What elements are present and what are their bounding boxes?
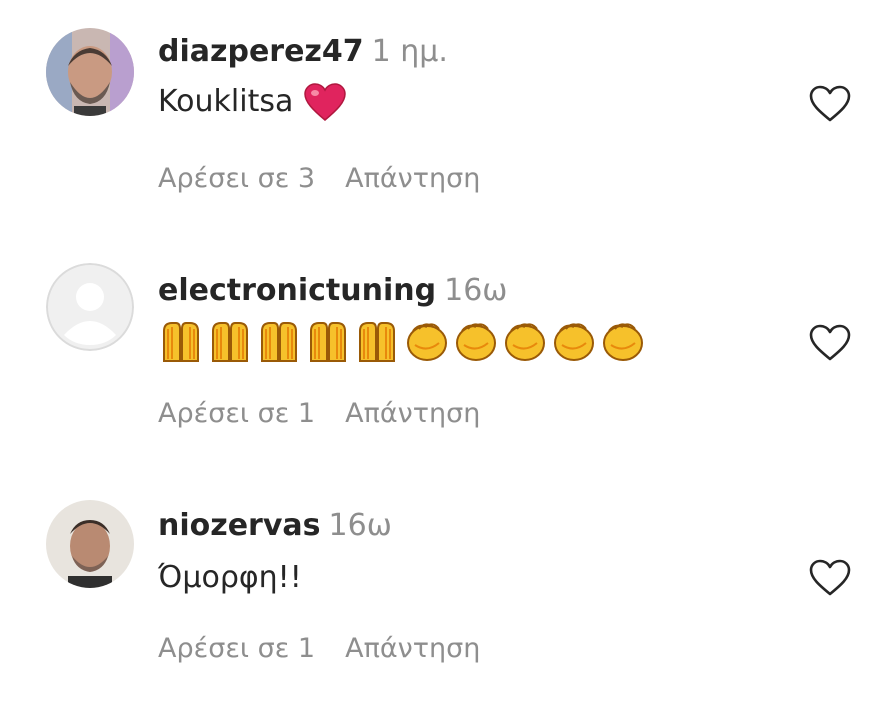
heart-outline-icon[interactable]: [808, 558, 852, 598]
avatar[interactable]: [46, 28, 134, 116]
comment-header: electronictuning 16ω: [158, 273, 507, 309]
raising-hands-emoji: [256, 319, 302, 363]
clapping-hands-emoji: [403, 319, 449, 363]
raising-hands-emoji: [158, 319, 204, 363]
comment-item: niozervas 16ω Όμορφη!! Αρέσει σε 1 Απάντησ…: [0, 470, 880, 700]
heart-outline-icon[interactable]: [808, 323, 852, 363]
clapping-hands-emoji: [452, 319, 498, 363]
reply-button[interactable]: Απάντηση: [345, 398, 480, 429]
username-link[interactable]: diazperez47: [158, 34, 364, 69]
comment-meta: Αρέσει σε 1 Απάντηση: [158, 397, 480, 431]
red-heart-emoji: [303, 82, 347, 122]
comment-header: diazperez47 1 ημ.: [158, 34, 448, 70]
comment-header: niozervas 16ω: [158, 508, 392, 544]
avatar[interactable]: [46, 263, 134, 351]
clapping-hands-emoji: [550, 319, 596, 363]
avatar[interactable]: [46, 500, 134, 588]
reply-button[interactable]: Απάντηση: [345, 633, 480, 664]
heart-outline-icon[interactable]: [808, 84, 852, 124]
comment-text: Kouklitsa: [158, 82, 347, 122]
clapping-hands-emoji: [599, 319, 645, 363]
username-link[interactable]: niozervas: [158, 508, 321, 543]
timestamp[interactable]: 16ω: [444, 273, 507, 308]
timestamp[interactable]: 16ω: [329, 508, 392, 543]
raising-hands-emoji: [354, 319, 400, 363]
likes-count-button[interactable]: Αρέσει σε 1: [158, 633, 315, 664]
raising-hands-emoji: [305, 319, 351, 363]
username-link[interactable]: electronictuning: [158, 273, 436, 308]
comment-item: electronictuning 16ω Αρέσει σε 1 Απάντησ…: [0, 235, 880, 465]
comment-text-content: Kouklitsa: [158, 84, 294, 119]
clapping-hands-emoji: [501, 319, 547, 363]
comment-text-content: Όμορφη!!: [158, 560, 302, 595]
likes-count-button[interactable]: Αρέσει σε 3: [158, 163, 315, 194]
raising-hands-emoji: [207, 319, 253, 363]
reply-button[interactable]: Απάντηση: [345, 163, 480, 194]
comment-text: Όμορφη!!: [158, 558, 302, 598]
comment-text: [158, 319, 645, 363]
likes-count-button[interactable]: Αρέσει σε 1: [158, 398, 315, 429]
comment-meta: Αρέσει σε 1 Απάντηση: [158, 632, 480, 666]
comment-item: diazperez47 1 ημ. Kouklitsa Αρέσει σε 3 Απ…: [0, 0, 880, 230]
timestamp[interactable]: 1 ημ.: [372, 34, 448, 69]
comment-meta: Αρέσει σε 3 Απάντηση: [158, 162, 480, 196]
